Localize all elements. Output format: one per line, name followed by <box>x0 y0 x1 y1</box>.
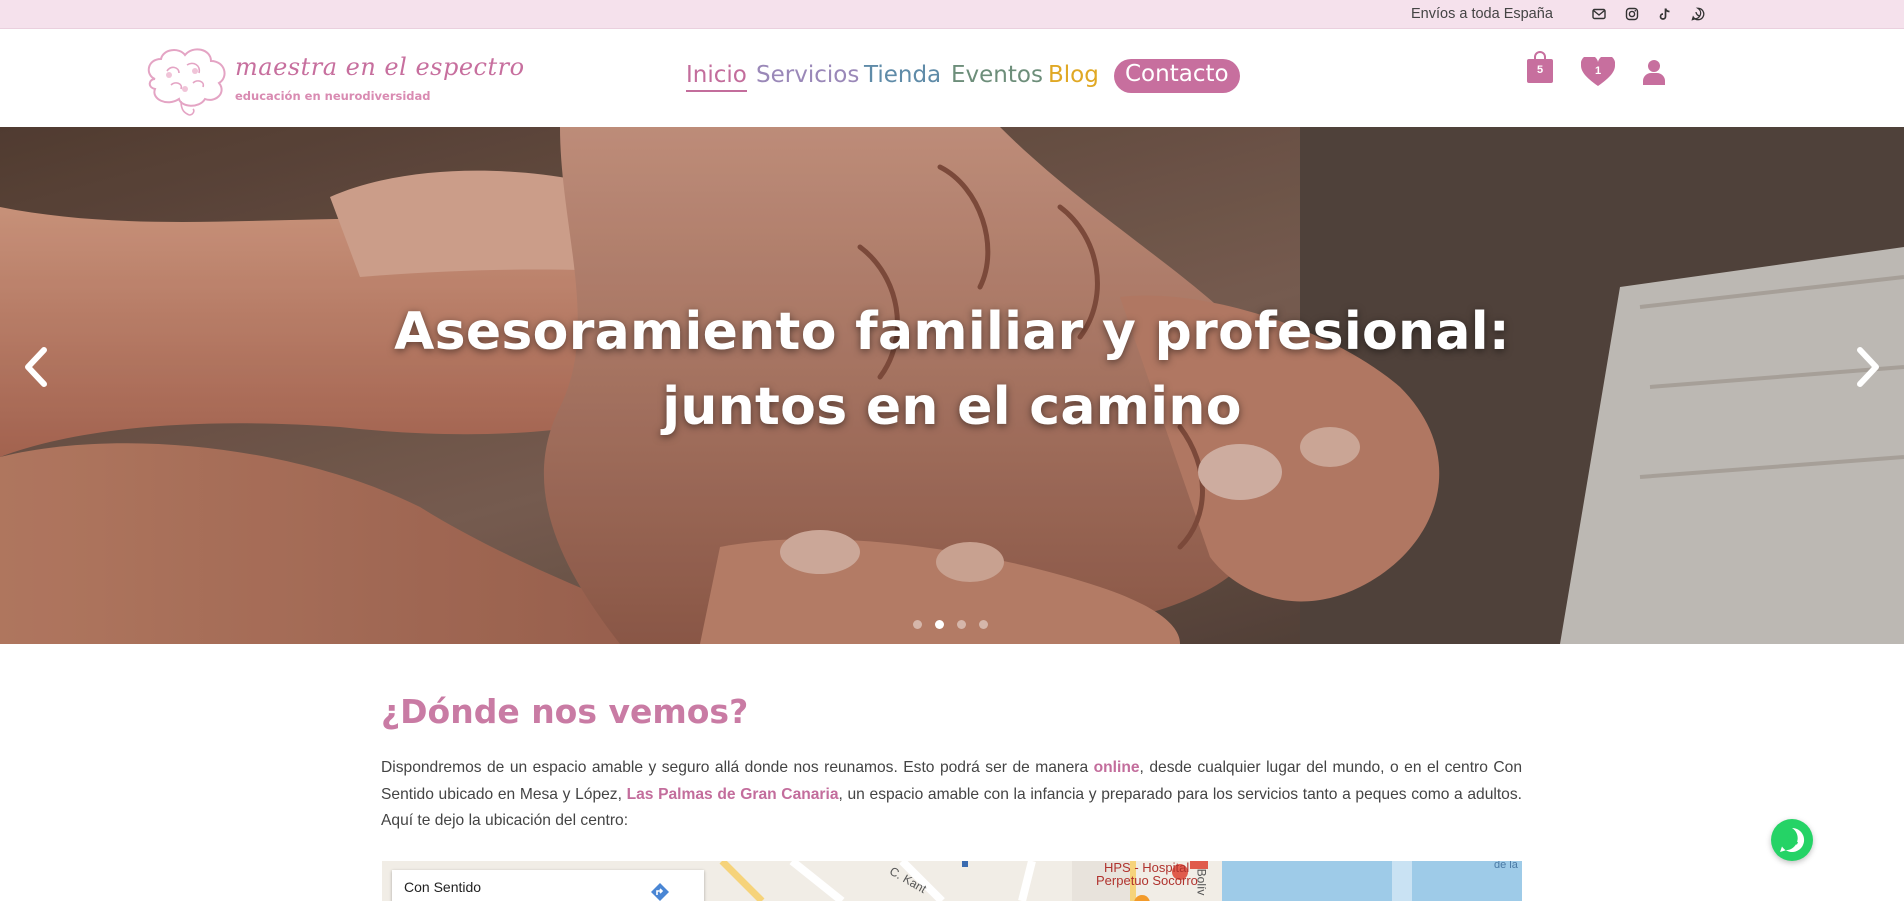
instagram-icon[interactable] <box>1624 6 1640 22</box>
nav-tienda[interactable]: Tienda <box>864 62 941 88</box>
user-account-icon[interactable] <box>1643 59 1665 85</box>
whatsapp-icon[interactable] <box>1690 6 1706 22</box>
site-header: maestra en el espectro educación en neur… <box>0 29 1904 127</box>
online-link[interactable]: online <box>1094 759 1140 776</box>
nav-eventos[interactable]: Eventos <box>951 62 1043 88</box>
wishlist-button[interactable]: 1 <box>1581 57 1615 87</box>
shipping-text: Envíos a toda España <box>1411 6 1553 22</box>
location-map[interactable]: HPS - Hospital Perpetuo Socorro C. Kant … <box>382 861 1522 901</box>
location-paragraph: Dispondremos de un espacio amable y segu… <box>381 755 1522 835</box>
nav-blog[interactable]: Blog <box>1048 62 1099 88</box>
slider-dot-2[interactable] <box>935 620 944 629</box>
hero-title-line-2: juntos en el camino <box>662 377 1242 437</box>
map-label-dela: de la <box>1494 861 1518 871</box>
whatsapp-chat-button[interactable] <box>1771 819 1813 861</box>
slider-next-arrow-icon[interactable] <box>1848 342 1888 392</box>
map-label-hospital-2: Perpetuo Socorro <box>1096 873 1198 888</box>
wishlist-count: 1 <box>1594 65 1602 77</box>
hero-title-line-1: Asesoramiento familiar y profesional: <box>394 302 1510 362</box>
logo-brain-icon <box>147 48 226 116</box>
hero-slider: Asesoramiento familiar y profesional: ju… <box>0 127 1904 644</box>
map-label-street-bolivar: Bolív <box>1194 868 1209 896</box>
slider-dot-4[interactable] <box>979 620 988 629</box>
slider-prev-arrow-icon[interactable] <box>16 342 56 392</box>
logo-subtitle: educación en neurodiversidad <box>235 89 431 103</box>
cart-button[interactable]: 5 <box>1527 51 1553 83</box>
mail-icon[interactable] <box>1591 6 1607 22</box>
logo-title: maestra en el espectro <box>235 53 525 81</box>
whatsapp-icon <box>1780 827 1805 852</box>
map-place-name: Con Sentido <box>404 879 482 895</box>
slider-dot-3[interactable] <box>957 620 966 629</box>
nav-contacto[interactable]: Contacto <box>1114 59 1240 93</box>
section-title: ¿Dónde nos vemos? <box>381 692 749 731</box>
nav-servicios[interactable]: Servicios <box>756 62 859 88</box>
cart-count: 5 <box>1536 64 1544 76</box>
las-palmas-link[interactable]: Las Palmas de Gran Canaria <box>627 786 839 803</box>
top-bar: Envíos a toda España <box>0 0 1904 29</box>
site-logo[interactable]: maestra en el espectro educación en neur… <box>141 41 524 119</box>
paragraph-text-1: Dispondremos de un espacio amable y segu… <box>381 759 1094 776</box>
tiktok-icon[interactable] <box>1657 6 1673 22</box>
map-place-card: Con Sentido <box>392 870 704 901</box>
directions-icon[interactable] <box>650 882 670 901</box>
slider-dot-1[interactable] <box>913 620 922 629</box>
hero-title: Asesoramiento familiar y profesional: ju… <box>0 295 1904 445</box>
nav-inicio[interactable]: Inicio <box>686 62 747 92</box>
